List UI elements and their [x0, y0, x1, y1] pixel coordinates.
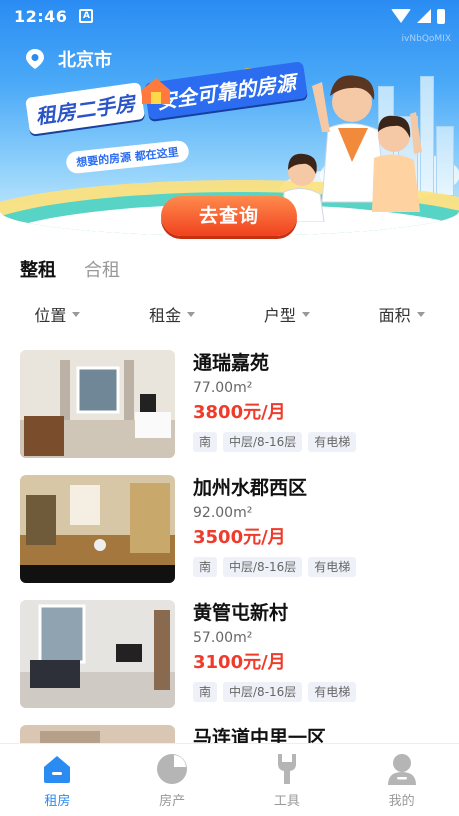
- tab-label: 整租: [20, 260, 56, 281]
- listing-area: 77.00m²: [193, 380, 253, 396]
- app-screen: 12:46 A ivNbQoMIX 北京市 租房二手房 安全可靠的房源 想要的房…: [0, 0, 459, 816]
- filter-label: 面积: [378, 306, 411, 325]
- nav-property[interactable]: 房产: [115, 744, 230, 816]
- caret-down-icon: [72, 311, 81, 317]
- watermark: ivNbQoMIX: [401, 34, 451, 44]
- home-icon: [44, 755, 71, 783]
- tag-elevator: 有电梯: [308, 682, 357, 702]
- city-name: 北京市: [58, 50, 112, 71]
- rent-type-tabs: 整租 合租: [20, 256, 120, 286]
- signal-icon: [417, 9, 431, 23]
- listing-price: 3500元/月: [193, 527, 286, 548]
- tag-floor: 中层/8-16层: [223, 682, 303, 702]
- caret-down-icon: [187, 311, 196, 317]
- caret-down-icon: [416, 311, 425, 317]
- filter-area[interactable]: 面积: [344, 302, 459, 326]
- nav-mine[interactable]: 我的: [344, 744, 459, 816]
- house-badge-icon: [142, 78, 170, 104]
- tab-label: 合租: [84, 260, 120, 281]
- location-pin-icon: [26, 49, 44, 69]
- query-button[interactable]: 去查询: [161, 196, 297, 236]
- tag-orientation: 南: [193, 557, 218, 577]
- listing-area: 92.00m²: [193, 505, 253, 521]
- filter-location[interactable]: 位置: [0, 302, 115, 326]
- tag-orientation: 南: [193, 682, 218, 702]
- nav-label: 我的: [388, 793, 415, 809]
- nav-label: 租房: [44, 793, 71, 809]
- listing-price: 3800元/月: [193, 402, 286, 423]
- listing-tags: 南 中层/8-16层 有电梯: [193, 432, 357, 452]
- tag-orientation: 南: [193, 432, 218, 452]
- filter-label: 租金: [149, 306, 182, 325]
- listing-title: 通瑞嘉苑: [193, 352, 270, 374]
- tag-elevator: 有电梯: [308, 557, 357, 577]
- status-time: 12:46: [14, 6, 68, 26]
- tag-floor: 中层/8-16层: [223, 432, 303, 452]
- bottom-nav: 租房 房产 工具 我的: [0, 743, 459, 816]
- listing-tags: 南 中层/8-16层 有电梯: [193, 557, 357, 577]
- listing-photo: [20, 475, 175, 583]
- filter-layout[interactable]: 户型: [230, 302, 345, 326]
- tab-shared-rent[interactable]: 合租: [84, 256, 120, 282]
- nav-label: 房产: [159, 793, 186, 809]
- caret-down-icon: [301, 311, 310, 317]
- listing-photo: [20, 350, 175, 458]
- pie-chart-icon: [157, 753, 188, 784]
- listing-info: 通瑞嘉苑 77.00m² 3800元/月 南 中层/8-16层 有电梯: [193, 350, 357, 452]
- filter-label: 位置: [34, 306, 67, 325]
- tag-floor: 中层/8-16层: [223, 557, 303, 577]
- nav-rent[interactable]: 租房: [0, 744, 115, 816]
- nav-tools[interactable]: 工具: [230, 744, 345, 816]
- nav-label: 工具: [273, 793, 300, 809]
- user-icon: [387, 753, 416, 785]
- status-bar: 12:46 A: [0, 0, 459, 32]
- listing-price: 3100元/月: [193, 652, 286, 673]
- listing-title: 黄管屯新村: [193, 602, 289, 624]
- tag-elevator: 有电梯: [308, 432, 357, 452]
- city-selector[interactable]: 北京市: [24, 46, 112, 72]
- filter-bar: 位置 租金 户型 面积: [0, 302, 459, 326]
- listing-item[interactable]: 通瑞嘉苑 77.00m² 3800元/月 南 中层/8-16层 有电梯: [0, 348, 459, 473]
- listing-photo: [20, 600, 175, 708]
- listing-item[interactable]: 黄管屯新村 57.00m² 3100元/月 南 中层/8-16层 有电梯: [0, 598, 459, 723]
- listing-title: 加州水郡西区: [193, 477, 308, 499]
- listing-info: 黄管屯新村 57.00m² 3100元/月 南 中层/8-16层 有电梯: [193, 600, 357, 702]
- wifi-icon: [391, 9, 411, 23]
- notification-icon: A: [79, 9, 94, 23]
- filter-label: 户型: [263, 306, 296, 325]
- battery-icon: [437, 8, 445, 24]
- listing-area: 57.00m²: [193, 630, 253, 646]
- listing-info: 加州水郡西区 92.00m² 3500元/月 南 中层/8-16层 有电梯: [193, 475, 357, 577]
- listing-tags: 南 中层/8-16层 有电梯: [193, 682, 357, 702]
- tab-whole-rent[interactable]: 整租: [20, 256, 62, 286]
- listing-item[interactable]: 加州水郡西区 92.00m² 3500元/月 南 中层/8-16层 有电梯: [0, 473, 459, 598]
- filter-rent[interactable]: 租金: [115, 302, 230, 326]
- wrench-icon: [277, 753, 296, 784]
